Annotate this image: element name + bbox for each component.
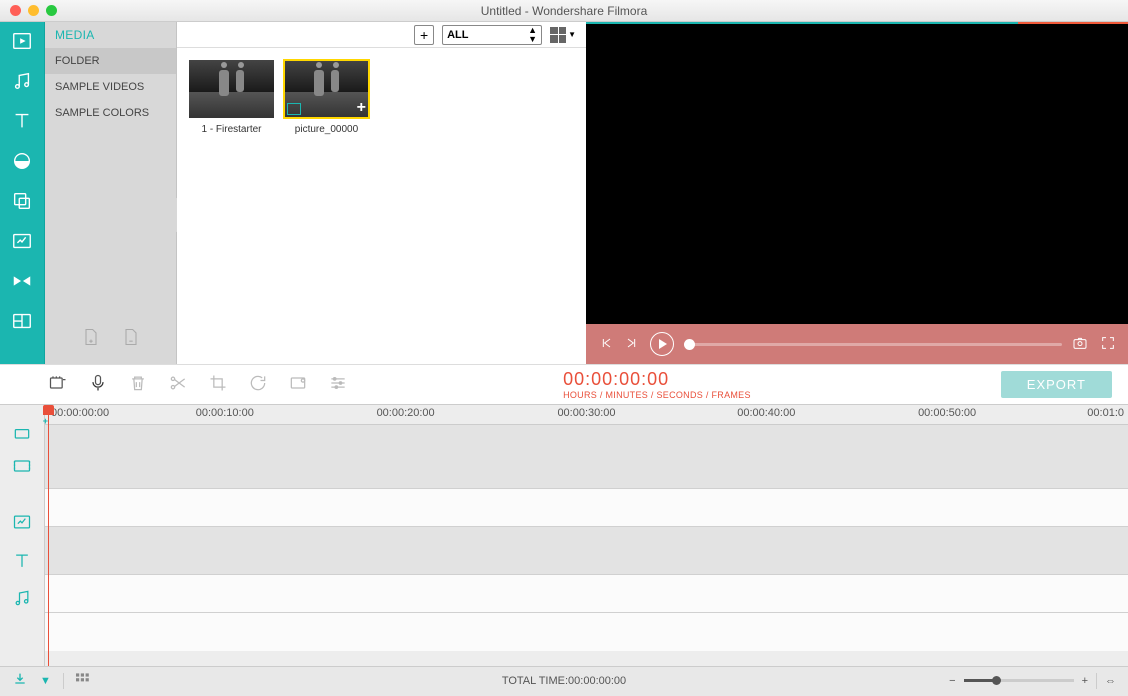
- zoom-control: − + ⇔: [949, 673, 1116, 689]
- titlebar: Untitled - Wondershare Filmora: [0, 0, 1128, 22]
- fit-zoom-icon[interactable]: ⇔: [1105, 675, 1116, 687]
- browser-item-sample-videos[interactable]: SAMPLE VIDEOS: [45, 74, 176, 100]
- media-thumb[interactable]: 1 - Firestarter: [189, 60, 274, 135]
- ruler-tick: 00:00:40:00: [737, 407, 795, 419]
- filter-select[interactable]: ALL ▲▼: [442, 25, 542, 45]
- spacer-track: [45, 489, 1128, 527]
- thumb-label: 1 - Firestarter: [189, 124, 274, 135]
- timeline-body[interactable]: 00:00:00:00 00:00:10:00 00:00:20:00 00:0…: [45, 405, 1128, 666]
- total-time: TOTAL TIME:00:00:00:00: [502, 675, 626, 687]
- voiceover-icon[interactable]: [88, 373, 108, 396]
- pip-track-icon[interactable]: [0, 503, 44, 541]
- new-folder-icon[interactable]: [82, 327, 100, 350]
- import-button[interactable]: +: [414, 25, 434, 45]
- fullscreen-icon[interactable]: [1100, 335, 1116, 354]
- browser-item-folder[interactable]: FOLDER: [45, 48, 176, 74]
- edit-toolbar: 00:00:00:00 HOURS / MINUTES / SECONDS / …: [0, 364, 1128, 404]
- chevron-down-icon[interactable]: ▼: [40, 675, 51, 687]
- timecode-value: 00:00:00:00: [563, 369, 751, 390]
- image-badge-icon: [287, 103, 301, 115]
- media-pane: + ALL ▲▼ ▼ 1 - Firestarter + pict: [177, 22, 586, 364]
- music-tab-icon[interactable]: [11, 70, 33, 92]
- ruler-tick: 00:00:20:00: [377, 407, 435, 419]
- overlays-tab-icon[interactable]: [11, 190, 33, 212]
- media-heading: MEDIA: [45, 22, 176, 48]
- text-tab-icon[interactable]: [11, 110, 33, 132]
- video-track[interactable]: [45, 425, 1128, 489]
- chevron-updown-icon: ▲▼: [528, 26, 537, 44]
- grid-view-icon[interactable]: [76, 673, 92, 688]
- window-title: Untitled - Wondershare Filmora: [0, 4, 1128, 18]
- track-header-rail: [0, 405, 45, 666]
- header-progress: [586, 22, 1128, 24]
- splitscreen-tab-icon[interactable]: [11, 310, 33, 332]
- elements-tab-icon[interactable]: [11, 230, 33, 252]
- split-icon[interactable]: [168, 373, 188, 396]
- playhead[interactable]: [48, 405, 49, 666]
- audio-track[interactable]: [45, 613, 1128, 651]
- snapshot-icon[interactable]: [1072, 335, 1088, 354]
- preview-controls: [586, 324, 1128, 364]
- filters-tab-icon[interactable]: [11, 150, 33, 172]
- prev-frame-icon[interactable]: [598, 335, 614, 354]
- media-thumb[interactable]: + picture_00000: [284, 60, 369, 135]
- delete-icon[interactable]: [128, 373, 148, 396]
- preview-seekbar[interactable]: [684, 343, 1062, 346]
- add-track-icon[interactable]: [0, 419, 44, 447]
- browser-item-sample-colors[interactable]: SAMPLE COLORS: [45, 100, 176, 126]
- transitions-tab-icon[interactable]: [11, 270, 33, 292]
- rotate-icon[interactable]: [248, 373, 268, 396]
- view-mode-button[interactable]: ▼: [550, 27, 576, 43]
- video-track-icon[interactable]: [0, 447, 44, 485]
- color-icon[interactable]: [288, 373, 308, 396]
- thumbnail-grid: 1 - Firestarter + picture_00000: [177, 48, 586, 147]
- zoom-in-button[interactable]: +: [1082, 675, 1088, 687]
- delete-folder-icon[interactable]: [122, 327, 140, 350]
- next-frame-icon[interactable]: [624, 335, 640, 354]
- record-clip-icon[interactable]: [48, 373, 68, 396]
- download-icon[interactable]: [12, 671, 28, 690]
- tool-rail: [0, 22, 45, 364]
- export-button[interactable]: EXPORT: [1001, 371, 1112, 398]
- timeline: 00:00:00:00 00:00:10:00 00:00:20:00 00:0…: [0, 404, 1128, 666]
- preview-screen[interactable]: [586, 22, 1128, 324]
- ruler-tick: 00:00:10:00: [196, 407, 254, 419]
- media-tab-icon[interactable]: [11, 30, 33, 52]
- text-track[interactable]: [45, 575, 1128, 613]
- zoom-slider[interactable]: [964, 679, 1074, 682]
- media-toolbar: + ALL ▲▼ ▼: [177, 22, 586, 48]
- ruler-tick: 00:00:30:00: [557, 407, 615, 419]
- statusbar: ▼ TOTAL TIME:00:00:00:00 − + ⇔: [0, 666, 1128, 694]
- preview-panel: [586, 22, 1128, 364]
- play-button[interactable]: [650, 332, 674, 356]
- add-to-timeline-icon[interactable]: +: [357, 100, 366, 116]
- settings-icon[interactable]: [328, 373, 348, 396]
- crop-icon[interactable]: [208, 373, 228, 396]
- filter-select-label: ALL: [447, 29, 468, 41]
- pip-track[interactable]: [45, 527, 1128, 575]
- timecode-display: 00:00:00:00 HOURS / MINUTES / SECONDS / …: [563, 369, 751, 400]
- ruler-tick: 00:00:50:00: [918, 407, 976, 419]
- timecode-caption: HOURS / MINUTES / SECONDS / FRAMES: [563, 390, 751, 400]
- ruler-tick: 00:01:0: [1087, 407, 1124, 419]
- text-track-icon[interactable]: [0, 541, 44, 581]
- ruler-tick: 00:00:00:00: [51, 407, 109, 419]
- audio-track-icon[interactable]: [0, 581, 44, 615]
- time-ruler[interactable]: 00:00:00:00 00:00:10:00 00:00:20:00 00:0…: [45, 405, 1128, 425]
- media-browser: MEDIA FOLDER SAMPLE VIDEOS SAMPLE COLORS: [45, 22, 177, 364]
- zoom-out-button[interactable]: −: [949, 675, 955, 687]
- thumb-label: picture_00000: [284, 124, 369, 135]
